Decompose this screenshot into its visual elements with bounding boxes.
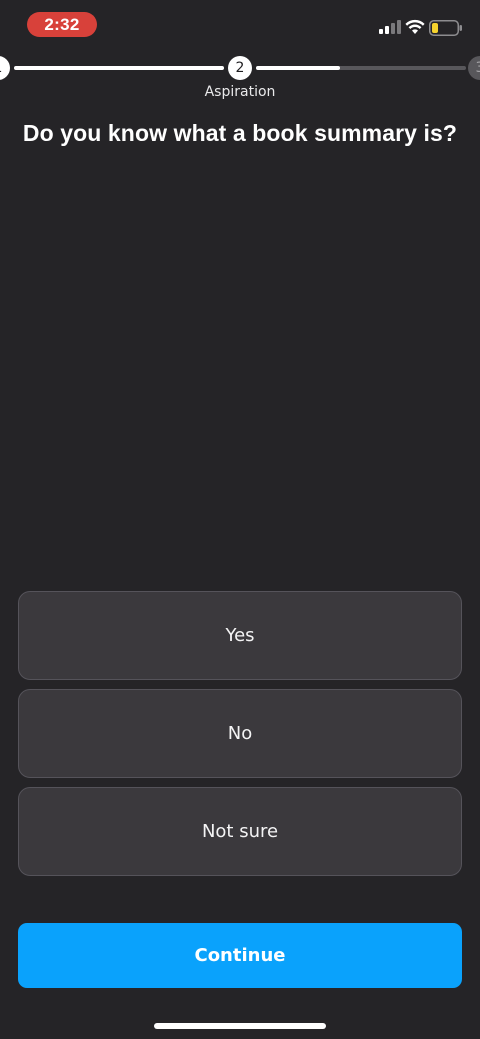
progress-stepper: 1 2 3 [0,55,480,81]
step-connector-2-progress [256,66,340,70]
option-label: Yes [225,625,255,646]
question-title: Do you know what a book summary is? [22,120,458,146]
option-label: Not sure [201,821,279,842]
option-label: No [227,723,253,744]
current-step-label: Aspiration [204,84,276,100]
step-1-node: 1 [0,56,10,80]
battery-low-icon [429,20,462,36]
step-3-node: 3 [468,56,480,80]
home-indicator[interactable] [154,1023,326,1029]
step-2-number: 2 [235,60,245,76]
status-time-pill: 2:32 [27,12,97,37]
step-connector-1 [14,66,224,70]
status-time: 2:32 [44,14,80,34]
option-no-button[interactable]: No [18,689,462,778]
option-yes-button[interactable]: Yes [18,591,462,680]
continue-button[interactable]: Continue [18,923,462,988]
step-2-node: 2 [228,56,252,80]
cellular-signal-icon [379,20,401,34]
continue-label: Continue [194,945,286,966]
answer-options: Yes No Not sure [18,591,462,885]
option-not-sure-button[interactable]: Not sure [18,787,462,876]
step-1-number: 1 [0,60,2,76]
step-3-number: 3 [475,60,480,76]
wifi-icon [405,19,425,34]
